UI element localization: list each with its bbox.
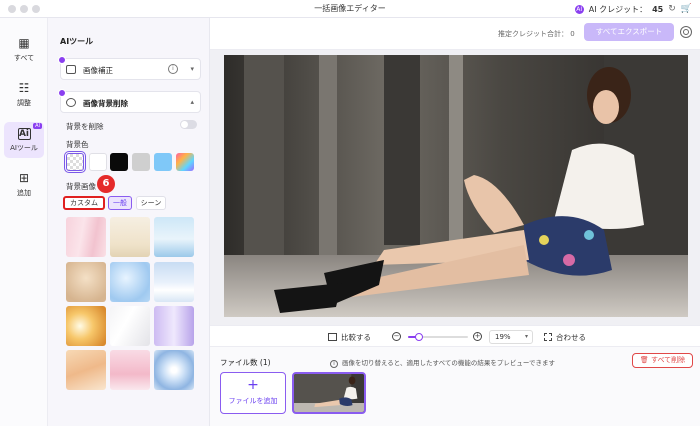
refresh-icon[interactable]: ↻	[668, 4, 676, 14]
info-icon: i	[330, 360, 338, 368]
bg-image-tile[interactable]	[66, 217, 106, 257]
bg-image-tile[interactable]	[154, 262, 194, 302]
preview-photo	[224, 55, 688, 317]
nav-item-ai-tools[interactable]: AI Ai AIツール	[4, 122, 44, 158]
enhance-icon	[66, 65, 76, 74]
plus-square-icon: ⊞	[18, 171, 30, 185]
chevron-down-icon[interactable]: ▾	[190, 65, 194, 73]
credit-value: 45	[652, 4, 664, 14]
nav-item-label: すべて	[13, 54, 35, 62]
cart-icon[interactable]: 🛒	[681, 4, 692, 14]
remove-bg-label: 背景を削除	[66, 122, 104, 131]
delete-all-label: すべて削除	[650, 356, 686, 364]
bg-color-white[interactable]	[89, 153, 107, 171]
credit-label: AI クレジット：	[588, 4, 648, 14]
bg-image-tile[interactable]	[154, 350, 194, 390]
delete-all-button[interactable]: 🗑 すべて削除	[632, 353, 693, 368]
nav-item-label: 追加	[17, 189, 31, 197]
file-thumbnail[interactable]	[292, 372, 366, 414]
estimate-label: 推定クレジット合計：	[498, 30, 568, 38]
nav-item-label: AIツール	[10, 144, 38, 152]
nav-item-adjust[interactable]: ☷ 調整	[4, 78, 44, 114]
bg-image-tile[interactable]	[110, 217, 150, 257]
tab-general[interactable]: 一般	[108, 196, 132, 210]
chevron-down-icon: ▾	[524, 333, 528, 340]
bg-image-tile[interactable]	[110, 350, 150, 390]
bg-image-tile[interactable]	[154, 306, 194, 346]
pro-dot-icon	[58, 89, 66, 97]
fit-label: 合わせる	[556, 333, 586, 342]
zoom-value: 19%	[495, 333, 511, 341]
sliders-icon: ☷	[18, 81, 30, 95]
hint-text: 画像を切り替えると、適用したすべての機能の結果をプレビューできます	[342, 359, 555, 367]
remove-bg-toggle[interactable]	[180, 120, 197, 129]
bg-image-label: 背景画像	[66, 182, 96, 191]
export-all-button[interactable]: すべてエクスポート	[584, 23, 674, 41]
tab-scene[interactable]: シーン	[136, 196, 166, 210]
estimate-value: 0	[570, 30, 575, 38]
bg-image-tile[interactable]	[66, 262, 106, 302]
nav-item-all[interactable]: ▦ すべて	[4, 33, 44, 69]
fit-icon	[544, 333, 552, 341]
bg-color-blue[interactable]	[154, 153, 172, 171]
file-count-label: ファイル数	[220, 358, 258, 367]
zoom-in-icon[interactable]: +	[473, 332, 482, 341]
section-image-enhance[interactable]: 画像補正 i ▾	[58, 56, 201, 80]
credit-estimate: 推定クレジット合計： 0	[498, 29, 575, 39]
settings-gear-icon[interactable]	[680, 26, 692, 38]
ai-badge: AI	[33, 123, 42, 129]
bg-image-tile[interactable]	[110, 262, 150, 302]
compare-label: 比較する	[341, 333, 371, 342]
nav-item-label: 調整	[17, 99, 31, 107]
chevron-up-icon[interactable]: ▴	[190, 98, 194, 106]
info-icon[interactable]: i	[168, 64, 178, 74]
zoom-out-icon[interactable]: −	[392, 332, 401, 341]
preview-image	[224, 55, 688, 317]
ai-credit-icon: AI	[574, 4, 584, 14]
compare-icon	[328, 333, 337, 341]
remove-bg-icon	[66, 98, 76, 107]
zoom-select[interactable]: 19% ▾	[489, 330, 533, 344]
compare-button[interactable]: 比較する	[328, 332, 371, 343]
bg-image-tile[interactable]	[154, 217, 194, 257]
file-count-value: (1)	[259, 358, 271, 367]
preview-hint: i 画像を切り替えると、適用したすべての機能の結果をプレビューできます	[330, 357, 555, 368]
panel-title: AIツール	[60, 37, 94, 46]
add-file-label: ファイルを追加	[228, 397, 278, 405]
credit-indicator: AI AI クレジット： 45 ↻ 🛒	[574, 2, 692, 16]
section-label: 画像補正	[83, 66, 113, 75]
file-count: ファイル数 (1)	[220, 357, 271, 368]
add-file-button[interactable]: + ファイルを追加	[220, 372, 286, 414]
side-nav: ▦ すべて ☷ 調整 AI Ai AIツール ⊞ 追加	[0, 18, 48, 426]
plus-icon: +	[247, 377, 259, 393]
bg-image-tile[interactable]	[66, 350, 106, 390]
bg-image-tile[interactable]	[66, 306, 106, 346]
title-bar: 一括画像エディター AI AI クレジット： 45 ↻ 🛒	[0, 0, 700, 18]
bg-color-gray[interactable]	[132, 153, 150, 171]
tab-custom[interactable]: カスタム	[63, 196, 105, 210]
top-bar: 推定クレジット合計： 0 すべてエクスポート	[210, 18, 700, 50]
pro-dot-icon	[58, 56, 66, 64]
nav-item-add[interactable]: ⊞ 追加	[4, 168, 44, 204]
bg-color-label: 背景色	[66, 140, 89, 149]
zoom-slider[interactable]	[408, 333, 468, 341]
ai-icon: Ai	[17, 128, 31, 140]
file-strip: ファイル数 (1) i 画像を切り替えると、適用したすべての機能の結果をプレビュー…	[210, 347, 700, 426]
thumbnail-image	[294, 374, 364, 412]
step-badge: 6	[97, 175, 115, 193]
bg-color-gradient[interactable]	[176, 153, 194, 171]
zoom-slider-handle[interactable]	[415, 333, 424, 341]
bg-color-transparent[interactable]	[64, 151, 86, 173]
preview-controls: 比較する − + 19% ▾ 合わせる	[210, 325, 700, 347]
grid-icon: ▦	[18, 36, 30, 50]
bg-image-tile[interactable]	[110, 306, 150, 346]
section-remove-background[interactable]: 画像背景削除 ▴	[58, 89, 201, 113]
section-label: 画像背景削除	[83, 99, 128, 108]
bg-color-black[interactable]	[110, 153, 128, 171]
fit-button[interactable]: 合わせる	[544, 332, 586, 343]
